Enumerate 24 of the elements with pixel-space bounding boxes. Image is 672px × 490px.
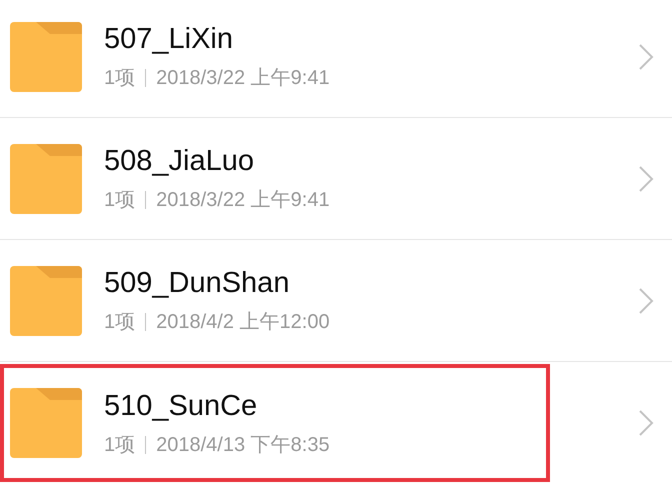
modified-date: 2018/3/22 上午9:41 — [156, 68, 330, 88]
folder-name: 509_DunShan — [104, 269, 290, 298]
chevron-right-icon — [638, 164, 654, 192]
item-count: 1项 — [104, 190, 136, 210]
folder-icon — [10, 22, 82, 92]
folder-row[interactable]: 509_DunShan 1项 2018/4/2 上午12:00 — [0, 240, 672, 362]
modified-date: 2018/4/13 下午8:35 — [156, 434, 330, 454]
folder-icon — [10, 266, 82, 336]
folder-row[interactable]: 508_JiaLuo 1项 2018/3/22 上午9:41 — [0, 118, 672, 240]
item-count: 1项 — [104, 68, 136, 88]
folder-name: 507_LiXin — [104, 25, 234, 54]
chevron-right-icon — [638, 42, 654, 70]
folder-row[interactable]: 507_LiXin 1项 2018/3/22 上午9:41 — [0, 0, 672, 118]
modified-date: 2018/3/22 上午9:41 — [156, 190, 330, 210]
folder-name: 508_JiaLuo — [104, 147, 255, 176]
folder-icon — [10, 388, 82, 458]
item-count: 1项 — [104, 434, 136, 454]
modified-date: 2018/4/2 上午12:00 — [156, 312, 330, 332]
item-count: 1项 — [104, 312, 136, 332]
folder-name: 510_SunCe — [104, 392, 258, 420]
folder-icon — [10, 144, 82, 214]
folder-row[interactable]: 510_SunCe 1项 2018/4/13 下午8:35 — [0, 362, 672, 484]
chevron-right-icon — [638, 409, 654, 437]
chevron-right-icon — [638, 286, 654, 314]
